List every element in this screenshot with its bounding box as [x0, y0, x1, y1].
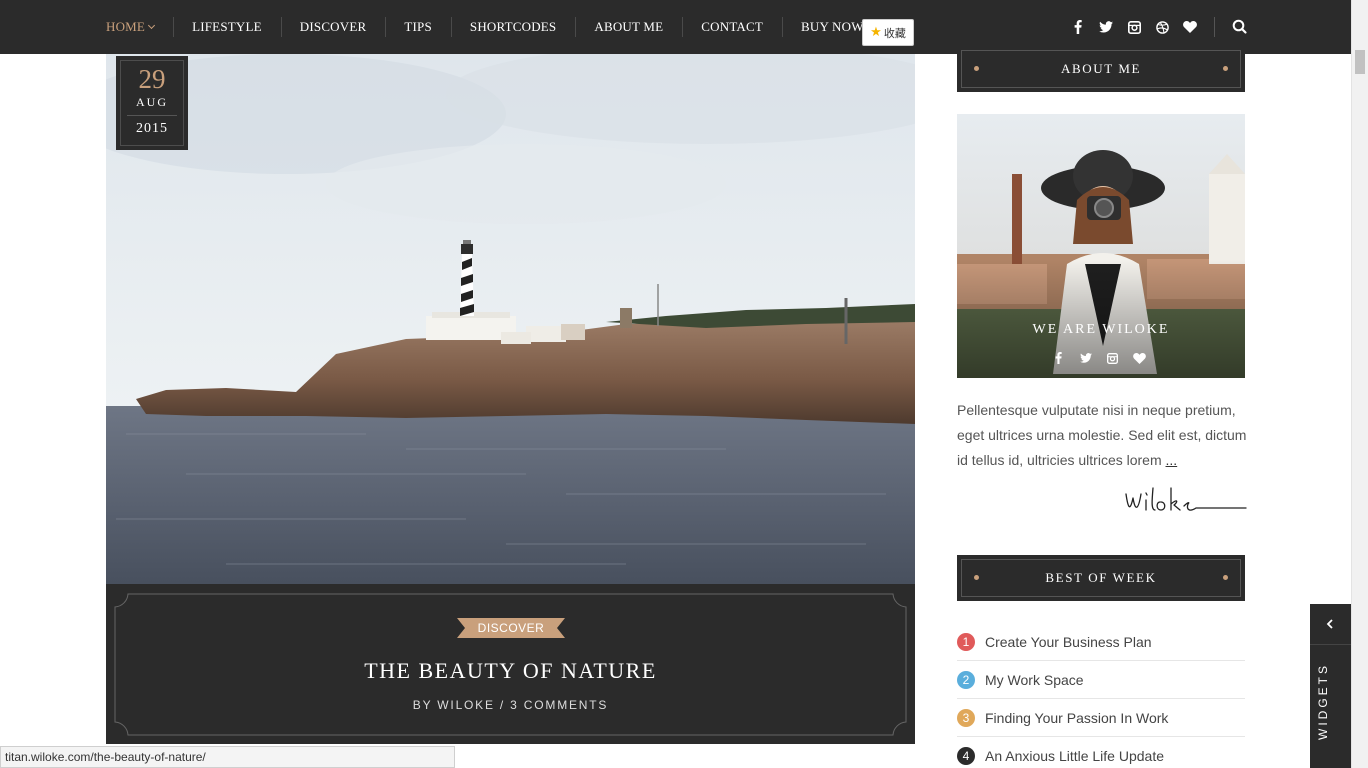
- best-of-week-list: 1 Create Your Business Plan 2 My Work Sp…: [957, 623, 1245, 768]
- post-meta[interactable]: BY WILOKE / 3 COMMENTS: [106, 698, 915, 712]
- nav-item-discover[interactable]: DISCOVER: [280, 0, 386, 54]
- nav-item-contact[interactable]: CONTACT: [682, 0, 782, 54]
- heading-dot: [974, 575, 979, 580]
- heading-dot: [974, 66, 979, 71]
- chevron-left-icon: [1326, 619, 1333, 629]
- post-category-link[interactable]: DISCOVER: [457, 618, 565, 638]
- list-item[interactable]: 2 My Work Space: [957, 661, 1245, 699]
- list-item-title: Finding Your Passion In Work: [985, 709, 1169, 726]
- heading-dot: [1223, 575, 1228, 580]
- list-item-title: My Work Space: [985, 671, 1084, 688]
- list-item[interactable]: 4 An Anxious Little Life Update: [957, 737, 1245, 768]
- nav-item-about-me[interactable]: ABOUT ME: [575, 0, 682, 54]
- nav-item-shortcodes[interactable]: SHORTCODES: [450, 0, 575, 54]
- search-icon[interactable]: [1231, 18, 1249, 36]
- about-widget-heading: ABOUT ME: [957, 46, 1245, 92]
- rank-badge: 4: [957, 746, 975, 765]
- about-name: WE ARE WILOKE: [1032, 322, 1170, 337]
- rank-badge: 1: [957, 632, 975, 651]
- bookmark-button[interactable]: ★ 收藏: [862, 19, 914, 46]
- about-photo: [957, 114, 1245, 378]
- scrollbar-thumb[interactable]: [1355, 50, 1365, 74]
- star-icon: ★: [870, 25, 882, 40]
- best-of-week-heading: BEST OF WEEK: [957, 555, 1245, 601]
- about-description: Pellentesque vulputate nisi in neque pre…: [957, 398, 1249, 473]
- twitter-icon[interactable]: [1078, 350, 1093, 366]
- nav-item-home[interactable]: HOME: [106, 0, 173, 54]
- twitter-icon[interactable]: [1097, 18, 1115, 36]
- facebook-icon[interactable]: [1051, 350, 1066, 366]
- nav-divider: [1214, 17, 1215, 37]
- browser-status-url: titan.wiloke.com/the-beauty-of-nature/: [0, 746, 455, 768]
- heart-icon[interactable]: [1181, 18, 1199, 36]
- instagram-icon[interactable]: [1125, 18, 1143, 36]
- list-item-title: Create Your Business Plan: [985, 633, 1152, 650]
- list-item-title: An Anxious Little Life Update: [985, 747, 1165, 764]
- main-menu: HOME LIFESTYLE DISCOVER TIPS SHORTCODES …: [106, 0, 883, 54]
- rank-badge: 2: [957, 670, 975, 689]
- heart-icon[interactable]: [1132, 350, 1147, 366]
- post-title[interactable]: THE BEAUTY OF NATURE: [106, 658, 915, 684]
- about-heading-text: ABOUT ME: [1060, 61, 1142, 76]
- about-social-links: [1051, 350, 1147, 366]
- widgets-tab-label: WIDGETS: [1316, 663, 1330, 740]
- nav-item-label: HOME: [106, 19, 146, 34]
- post-date-year: 2015: [136, 121, 168, 136]
- about-description-text: Pellentesque vulputate nisi in neque pre…: [957, 402, 1247, 468]
- best-of-week-heading-text: BEST OF WEEK: [1045, 570, 1157, 585]
- list-item[interactable]: 3 Finding Your Passion In Work: [957, 699, 1245, 737]
- list-item[interactable]: 1 Create Your Business Plan: [957, 623, 1245, 661]
- chevron-down-icon: [148, 21, 156, 30]
- post-date-month: AUG: [127, 95, 177, 116]
- post-featured-image[interactable]: [106, 54, 915, 584]
- read-more-link[interactable]: ...: [1166, 452, 1178, 468]
- post-date-badge: 29 AUG 2015: [116, 56, 188, 150]
- instagram-icon[interactable]: [1105, 350, 1120, 366]
- heading-dot: [1223, 66, 1228, 71]
- facebook-icon[interactable]: [1069, 18, 1087, 36]
- post-date-day: 29: [138, 64, 166, 94]
- nav-item-tips[interactable]: TIPS: [385, 0, 451, 54]
- page-scrollbar[interactable]: [1351, 0, 1368, 768]
- dribbble-icon[interactable]: [1153, 18, 1171, 36]
- bookmark-button-label: 收藏: [883, 26, 906, 40]
- rank-badge: 3: [957, 708, 975, 727]
- nav-item-lifestyle[interactable]: LIFESTYLE: [173, 0, 281, 54]
- signature-image: [1125, 487, 1247, 511]
